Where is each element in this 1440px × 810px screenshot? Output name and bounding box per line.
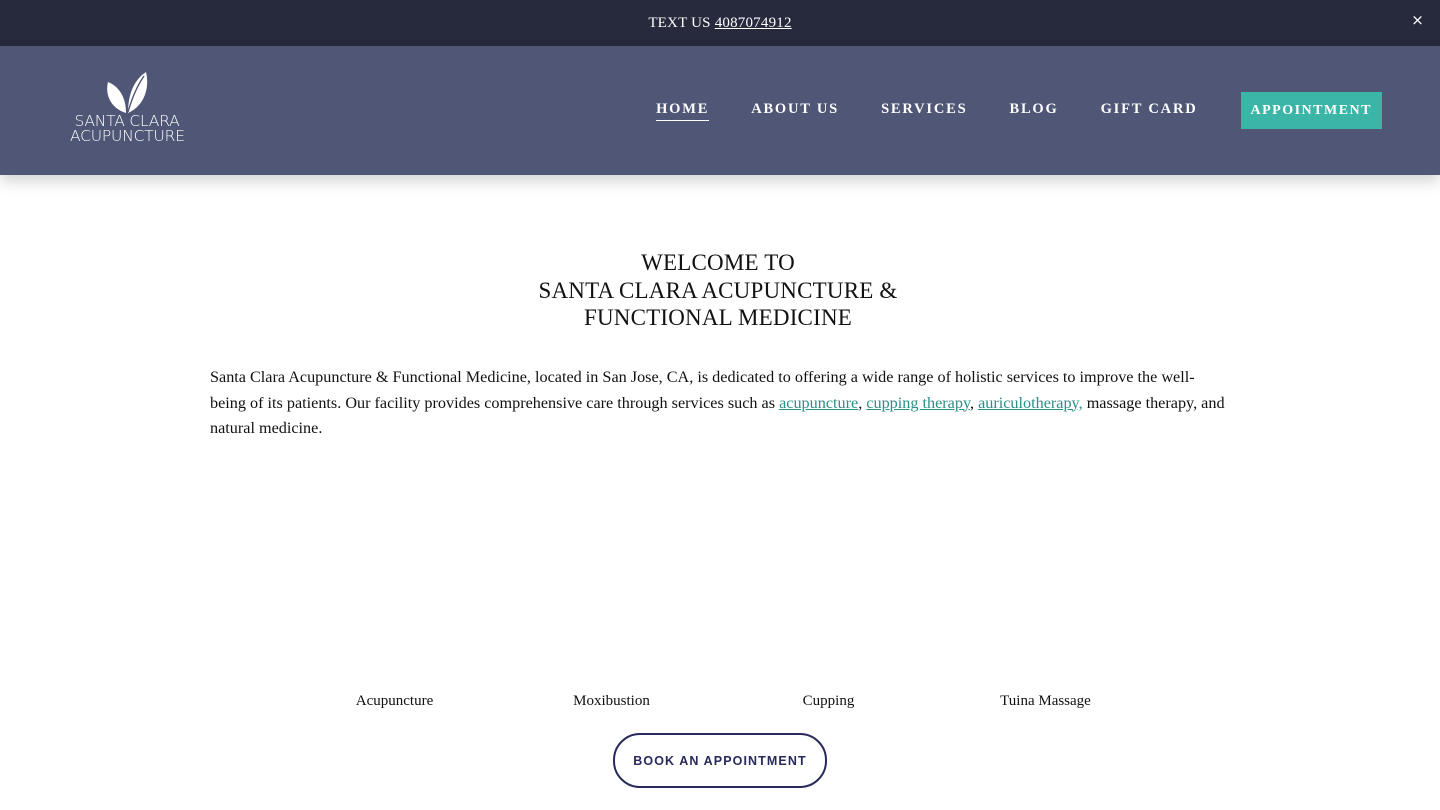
cupping-therapy-link[interactable]: cupping therapy [866, 394, 970, 412]
nav-about-us[interactable]: ABOUT US [751, 101, 839, 120]
title-line-1: WELCOME TO [641, 250, 795, 275]
service-acupuncture[interactable]: Acupuncture [286, 693, 503, 713]
services-row: Acupuncture Moxibustion Cupping Tuina Ma… [286, 693, 1154, 713]
nav-home[interactable]: HOME [656, 101, 710, 121]
site-header: SANTA CLARA ACUPUNCTURE HOME ABOUT US SE… [0, 46, 1440, 175]
page-title: WELCOME TO SANTA CLARA ACUPUNCTURE & FUN… [0, 249, 1436, 332]
intro-paragraph: Santa Clara Acupuncture & Functional Med… [210, 365, 1230, 442]
service-tuina-massage[interactable]: Tuina Massage [937, 693, 1154, 713]
title-line-3: FUNCTIONAL MEDICINE [583, 305, 853, 330]
announcement-text: TEXT US [648, 14, 711, 31]
leaf-icon [107, 72, 148, 113]
announcement-bar: TEXT US 4087074912 × [0, 0, 1440, 46]
book-appointment-button[interactable]: BOOK AN APPOINTMENT [613, 733, 827, 788]
service-moxibustion[interactable]: Moxibustion [503, 693, 720, 713]
acupuncture-link[interactable]: acupuncture [779, 394, 858, 412]
close-icon[interactable]: × [1411, 12, 1424, 28]
phone-link[interactable]: 4087074912 [715, 15, 792, 32]
service-cupping[interactable]: Cupping [720, 693, 937, 713]
appointment-button[interactable]: APPOINTMENT [1240, 92, 1382, 129]
nav-gift-card[interactable]: GIFT CARD [1101, 101, 1198, 120]
title-line-2: SANTA CLARA ACUPUNCTURE & [538, 277, 898, 303]
logo-line-2: ACUPUNCTURE [70, 127, 185, 145]
nav-blog[interactable]: BLOG [1009, 101, 1058, 120]
auriculotherapy-link[interactable]: auriculotherapy, [978, 394, 1083, 412]
nav-services[interactable]: SERVICES [881, 101, 967, 120]
site-logo[interactable]: SANTA CLARA ACUPUNCTURE [70, 72, 185, 145]
main-nav: HOME ABOUT US SERVICES BLOG GIFT CARD AP… [614, 92, 1382, 129]
separator: , [969, 393, 979, 412]
